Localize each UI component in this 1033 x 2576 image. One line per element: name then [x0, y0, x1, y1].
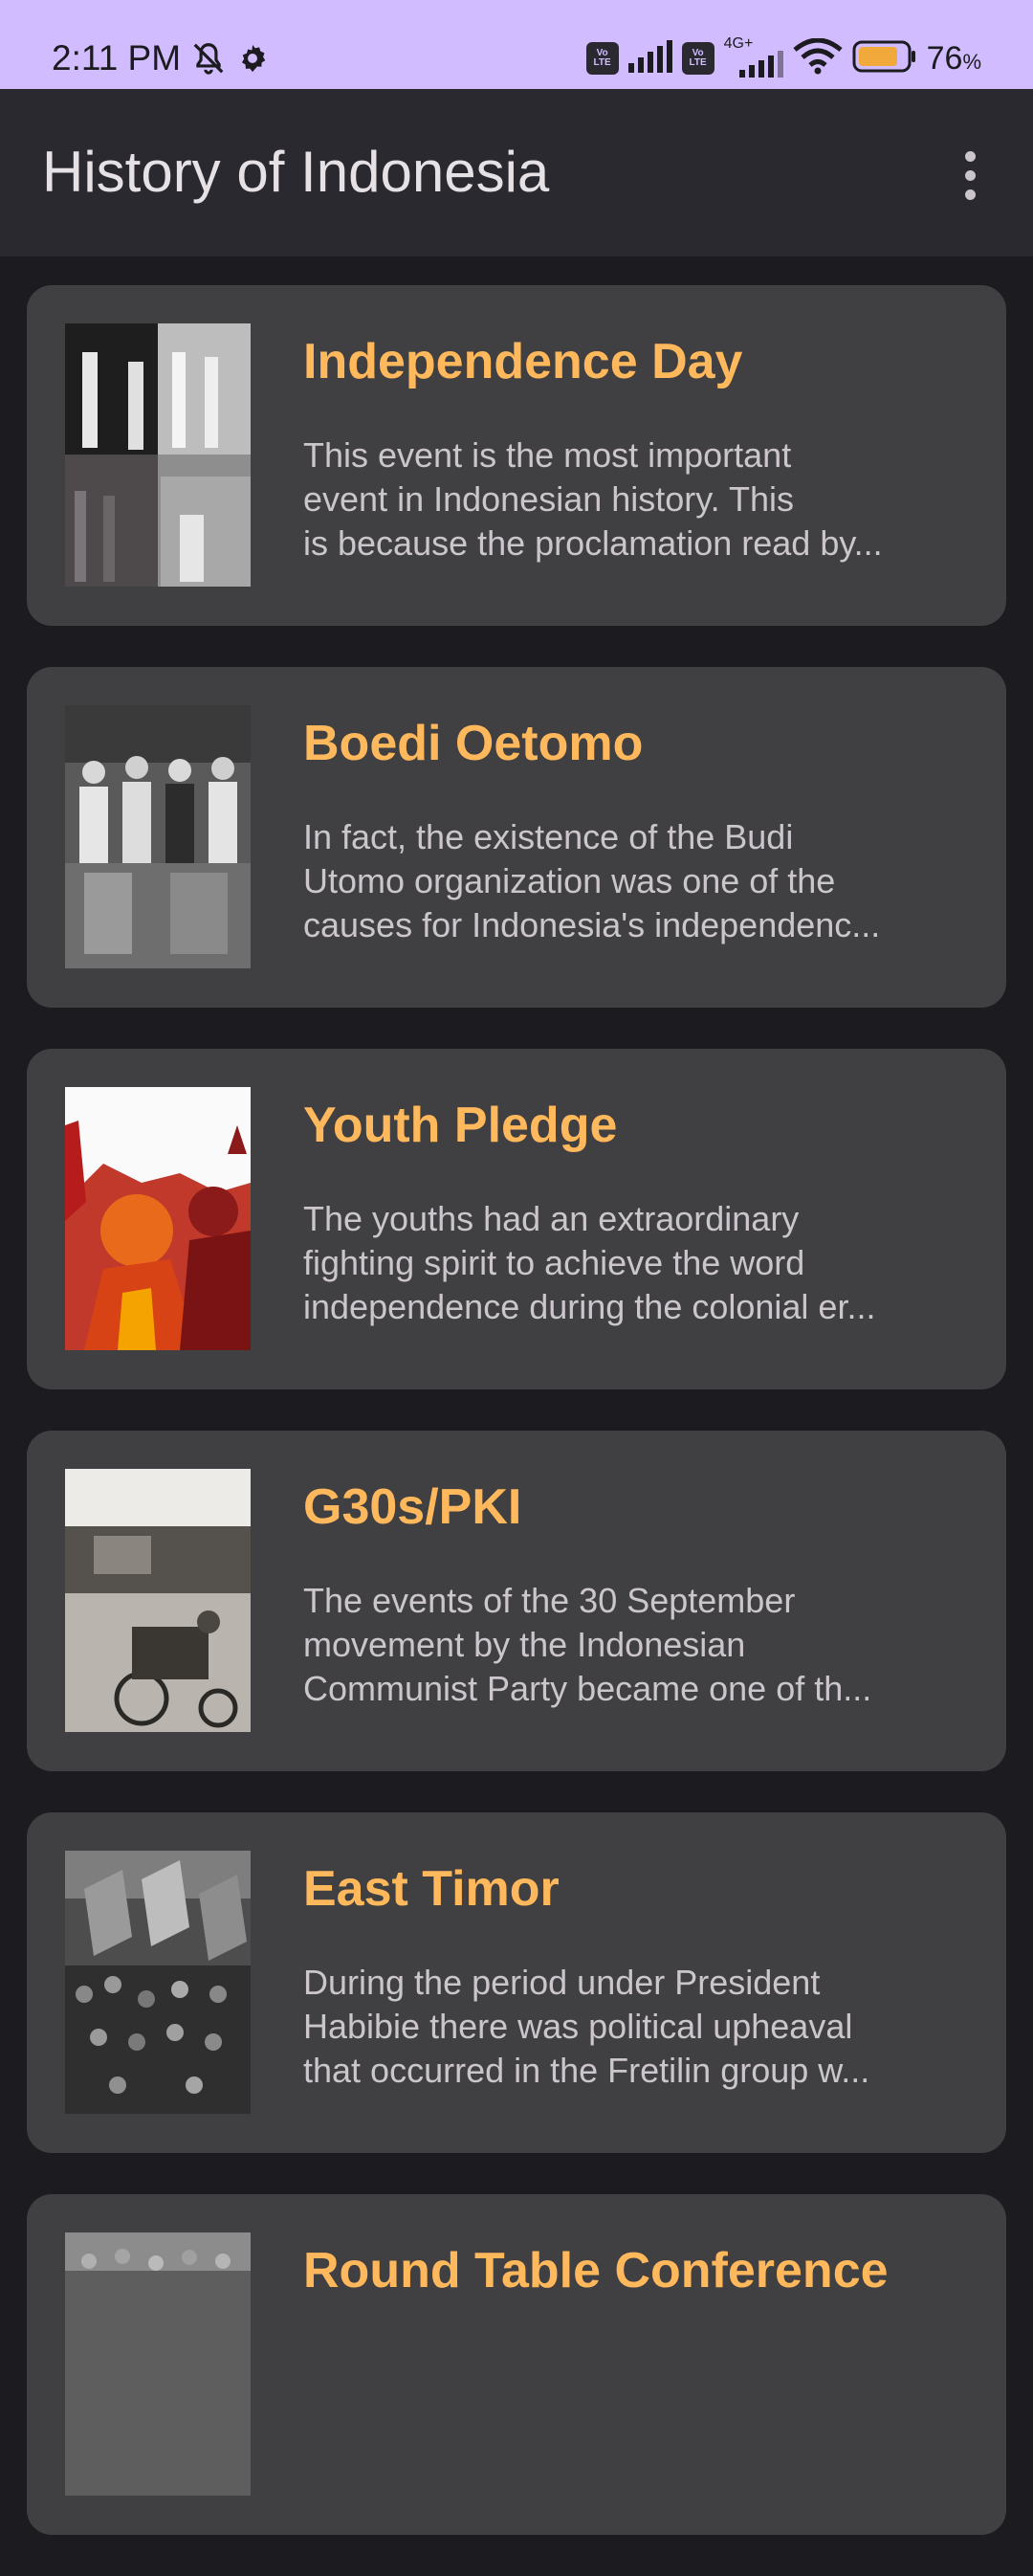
event-title: G30s/PKI [303, 1479, 522, 1535]
status-left: 2:11 PM [52, 34, 269, 82]
wifi-icon [793, 37, 843, 79]
event-description: The youths had an extraordinary fighting… [303, 1199, 876, 1326]
event-card-round-table-conference[interactable]: Round Table Conference [27, 2194, 1006, 2535]
event-title: East Timor [303, 1861, 560, 1917]
volte-icon: Vo LTE [585, 42, 619, 75]
event-description: In fact, the existence of the Budi Utomo… [303, 817, 881, 944]
event-card-youth-pledge[interactable]: Youth Pledge The youths had an extraordi… [27, 1049, 1006, 1389]
battery-level: 76% [926, 39, 981, 77]
event-title: Boedi Oetomo [303, 716, 644, 771]
app-bar: History of Indonesia [0, 89, 1033, 256]
event-thumbnail [65, 1469, 251, 1732]
event-description: During the period under President Habibi… [303, 1963, 870, 2090]
event-card-g30s-pki[interactable]: G30s/PKI The events of the 30 September … [27, 1431, 1006, 1771]
settings-gear-icon [236, 42, 269, 75]
event-title: Youth Pledge [303, 1098, 618, 1153]
event-thumbnail [65, 1851, 251, 2114]
event-card-independence-day[interactable]: Independence Day This event is the most … [27, 285, 1006, 626]
event-title: Round Table Conference [303, 2243, 889, 2298]
event-description: This event is the most important event i… [303, 435, 883, 563]
event-list[interactable]: Independence Day This event is the most … [27, 285, 1006, 2576]
volte-icon-2: Vo LTE [681, 42, 714, 75]
battery-icon [852, 40, 917, 78]
event-thumbnail [65, 705, 251, 968]
event-title: Independence Day [303, 334, 743, 389]
signal-icon [627, 39, 672, 78]
event-card-boedi-oetomo[interactable]: Boedi Oetomo In fact, the existence of t… [27, 667, 1006, 1008]
more-vertical-icon[interactable] [941, 137, 999, 213]
event-thumbnail [65, 1087, 251, 1350]
bell-off-icon [190, 40, 227, 77]
page-title: History of Indonesia [42, 140, 550, 204]
event-thumbnail [65, 2232, 251, 2496]
event-description: The events of the 30 September movement … [303, 1581, 872, 1708]
status-bar: 2:11 PM Vo LTE Vo LTE 4G+ 76% [0, 0, 1033, 89]
status-right: Vo LTE Vo LTE 4G+ 76% [585, 34, 981, 82]
event-card-east-timor[interactable]: East Timor During the period under Presi… [27, 1812, 1006, 2153]
event-thumbnail [65, 323, 251, 587]
signal-4g-icon: 4G+ [724, 35, 783, 78]
status-time: 2:11 PM [52, 38, 182, 78]
